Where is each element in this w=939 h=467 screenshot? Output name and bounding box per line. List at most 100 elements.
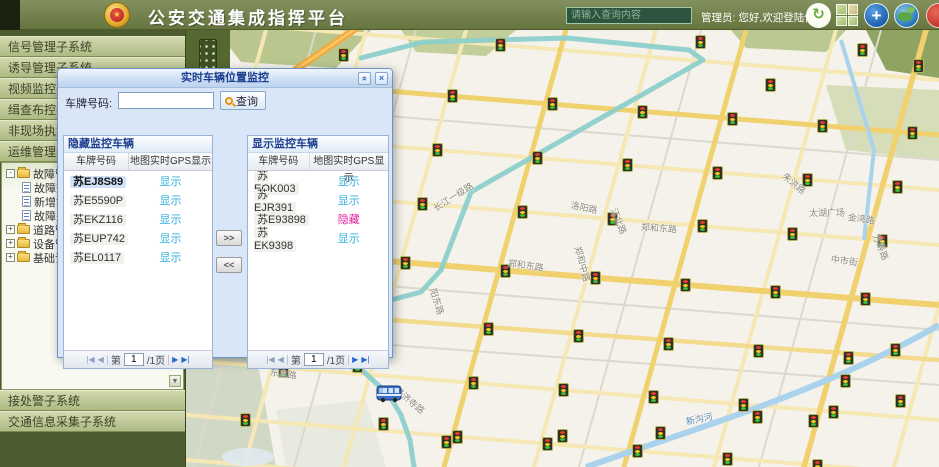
table-row[interactable]: 苏EJR391显示 [248,190,388,209]
move-right-button[interactable]: >> [216,230,242,246]
traffic-light-icon[interactable] [417,197,428,211]
first-page-icon[interactable]: |◀ [266,355,274,364]
traffic-light-icon[interactable] [432,143,443,157]
traffic-light-icon[interactable] [637,105,648,119]
table-row[interactable]: 苏EKZ116显示 [64,209,212,228]
traffic-light-icon[interactable] [840,374,851,388]
traffic-light-icon[interactable] [808,414,819,428]
traffic-light-icon[interactable] [787,227,798,241]
gps-display-link[interactable]: 隐藏 [310,211,388,227]
sidebar-item-0[interactable]: 信号管理子系统 [0,36,185,57]
sidebar-item-1[interactable]: 交通信息采集子系统 [0,411,185,432]
traffic-light-icon[interactable] [828,405,839,419]
collapse-icon[interactable]: « [358,72,371,85]
traffic-light-icon[interactable] [547,97,558,111]
traffic-light-icon[interactable] [895,394,906,408]
police-bus-icon[interactable] [376,383,402,403]
traffic-light-icon[interactable] [697,219,708,233]
traffic-light-icon[interactable] [557,429,568,443]
traffic-light-icon[interactable] [558,383,569,397]
page-number-input[interactable] [124,353,144,366]
traffic-light-icon[interactable] [441,435,452,449]
gps-display-link[interactable]: 显示 [129,173,212,189]
gps-display-link[interactable]: 显示 [129,192,212,208]
traffic-light-icon[interactable] [495,38,506,52]
traffic-light-icon[interactable] [622,158,633,172]
traffic-light-icon[interactable] [752,410,763,424]
traffic-light-icon[interactable] [722,452,733,466]
next-page-icon[interactable]: ▶ [352,355,358,364]
traffic-light-icon[interactable] [843,351,854,365]
refresh-icon[interactable]: ↻ [806,3,831,28]
gps-display-link[interactable]: 显示 [129,230,212,246]
traffic-light-icon[interactable] [468,376,479,390]
collapse-box-icon[interactable]: - [6,169,15,178]
table-row[interactable]: 苏EL0117显示 [64,247,212,266]
expand-box-icon[interactable]: + [6,239,15,248]
traffic-light-icon[interactable] [240,413,251,427]
table-row[interactable]: 苏EK9398显示 [248,228,388,247]
traffic-light-icon[interactable] [860,292,871,306]
alert-icon[interactable] [926,3,939,28]
tree-scroll-down-icon[interactable]: ▼ [169,375,181,387]
traffic-light-icon[interactable] [907,126,918,140]
traffic-light-icon[interactable] [338,48,349,62]
traffic-light-icon[interactable] [378,417,389,431]
traffic-light-icon[interactable] [632,444,643,458]
prev-page-icon[interactable]: ◀ [278,355,284,364]
zoom-in-icon[interactable]: + [864,3,889,28]
traffic-light-icon[interactable] [573,329,584,343]
page-number-input[interactable] [304,353,324,366]
gps-display-link[interactable]: 显示 [310,173,388,189]
last-page-icon[interactable]: ▶| [361,355,369,364]
table-row[interactable]: 苏E5590P显示 [64,190,212,209]
traffic-light-icon[interactable] [738,398,749,412]
first-page-icon[interactable]: |◀ [86,355,94,364]
toolbar-drag-handle-icon[interactable] [199,39,217,69]
close-icon[interactable]: × [375,72,388,85]
traffic-light-icon[interactable] [890,343,901,357]
plate-number: 苏EUP742 [64,230,129,246]
search-button[interactable]: 查询 [220,91,266,110]
traffic-light-icon[interactable] [727,112,738,126]
table-row[interactable]: 苏EUP742显示 [64,228,212,247]
traffic-light-icon[interactable] [400,256,411,270]
prev-page-icon[interactable]: ◀ [98,355,104,364]
gps-display-link[interactable]: 显示 [129,211,212,227]
globe-icon[interactable] [894,3,919,28]
map-tiles-icon[interactable] [836,4,858,26]
traffic-light-icon[interactable] [753,344,764,358]
traffic-light-icon[interactable] [765,78,776,92]
traffic-light-icon[interactable] [857,43,868,57]
traffic-light-icon[interactable] [542,437,553,451]
dialog-titlebar[interactable]: 实时车辆位置监控 « × [58,69,392,88]
traffic-light-icon[interactable] [663,337,674,351]
move-left-button[interactable]: << [216,257,242,273]
plate-number-input[interactable] [118,92,214,109]
table-row[interactable]: 苏EJ8S89显示 [64,171,212,190]
traffic-light-icon[interactable] [712,166,723,180]
traffic-light-icon[interactable] [447,89,458,103]
gps-display-link[interactable]: 显示 [310,192,388,208]
header-search-input[interactable] [566,7,692,24]
traffic-light-icon[interactable] [695,35,706,49]
traffic-light-icon[interactable] [483,322,494,336]
next-page-icon[interactable]: ▶ [172,355,178,364]
gps-display-link[interactable]: 显示 [129,249,212,265]
traffic-light-icon[interactable] [517,205,528,219]
traffic-light-icon[interactable] [770,285,781,299]
traffic-light-icon[interactable] [655,426,666,440]
traffic-light-icon[interactable] [452,430,463,444]
expand-box-icon[interactable]: + [6,225,15,234]
last-page-icon[interactable]: ▶| [181,355,189,364]
traffic-light-icon[interactable] [648,390,659,404]
gps-display-link[interactable]: 显示 [310,230,388,246]
traffic-light-icon[interactable] [913,59,924,73]
traffic-light-icon[interactable] [812,459,823,467]
sidebar-item-0[interactable]: 接处警子系统 [0,390,185,411]
traffic-light-icon[interactable] [817,119,828,133]
traffic-light-icon[interactable] [532,151,543,165]
traffic-light-icon[interactable] [892,180,903,194]
expand-box-icon[interactable]: + [6,253,15,262]
traffic-light-icon[interactable] [680,278,691,292]
